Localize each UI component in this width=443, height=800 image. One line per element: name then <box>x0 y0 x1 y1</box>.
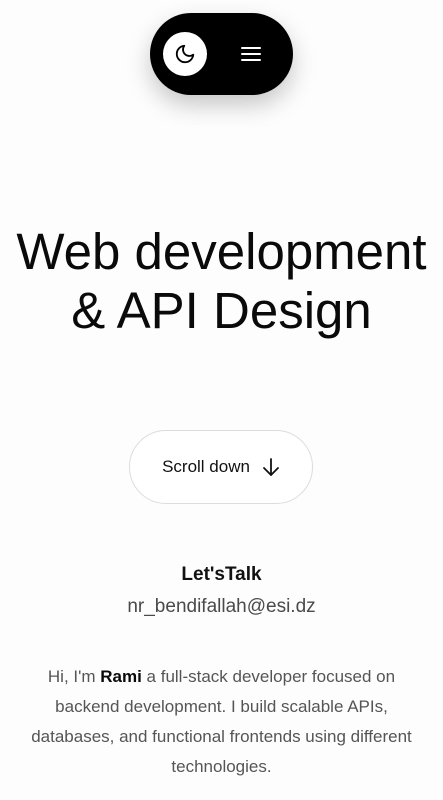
lets-talk-heading: Let'sTalk <box>181 564 262 585</box>
scroll-down-label: Scroll down <box>162 457 250 476</box>
theme-toggle-button[interactable] <box>163 32 207 76</box>
bio-prefix: Hi, I'm <box>47 667 101 686</box>
page: Web development & API Design Scroll down… <box>0 0 443 800</box>
hero-title: Web development & API Design <box>16 223 427 339</box>
email-link[interactable]: nr_bendifallah@esi.dz <box>0 596 443 618</box>
bio-name: Rami <box>100 667 142 686</box>
hamburger-menu-icon <box>241 47 261 61</box>
bio-paragraph: Hi, I'm Rami a full-stack developer focu… <box>24 662 419 782</box>
menu-button[interactable] <box>236 39 266 69</box>
arrow-down-icon <box>263 458 279 476</box>
floating-nav-bar <box>150 13 293 95</box>
moon-icon <box>175 44 195 64</box>
scroll-down-button[interactable]: Scroll down <box>129 430 313 504</box>
